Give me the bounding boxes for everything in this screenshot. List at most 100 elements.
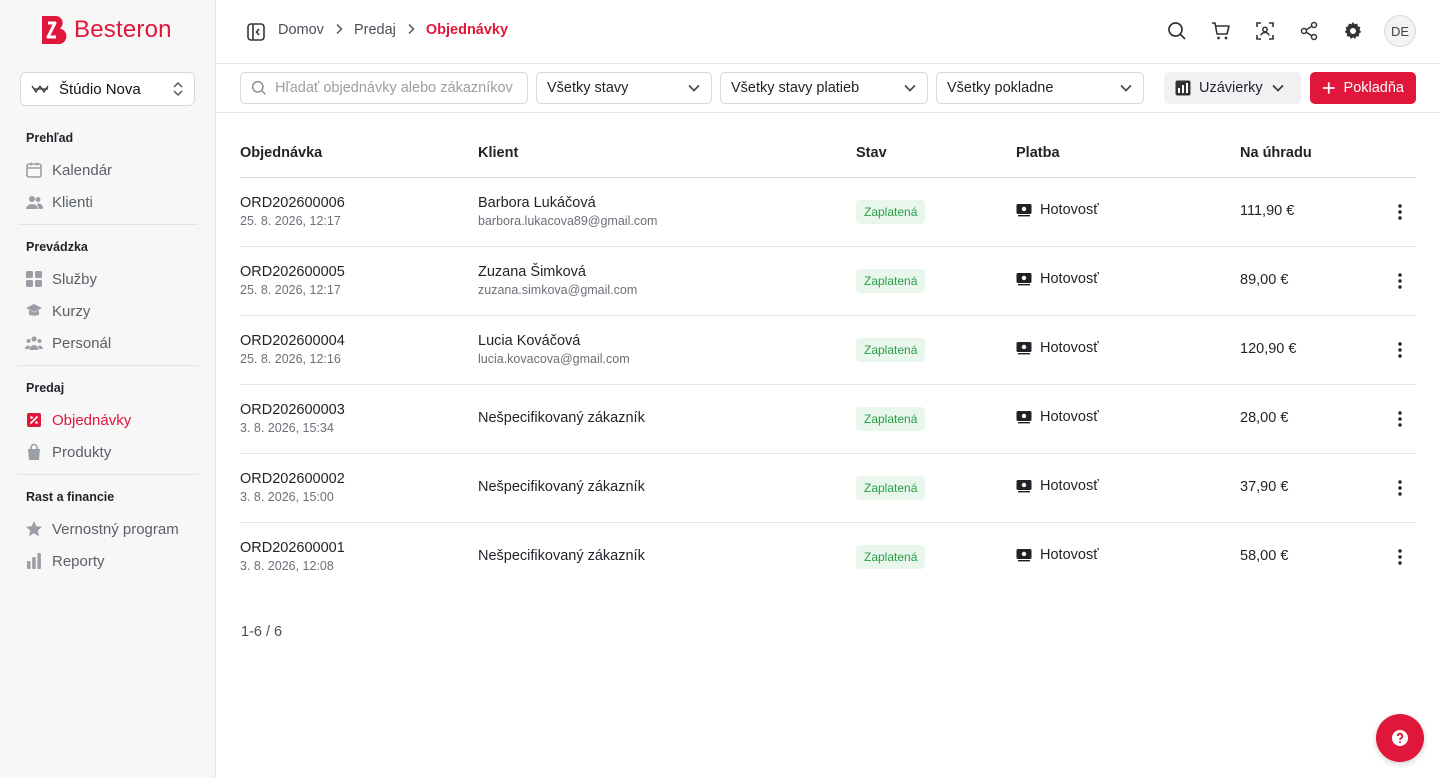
column-header-order[interactable]: Objednávka [240,145,322,161]
client-name: Nešpecifikovaný zákazník [478,548,645,564]
more-vertical-icon[interactable] [1390,271,1410,291]
table-row[interactable]: ORD202600005 25. 8. 2026, 12:17 Zuzana Šim… [240,247,1416,316]
search-input[interactable]: Hľadať objednávky alebo zákazníkov [240,72,528,104]
amount-due: 89,00 € [1240,272,1289,288]
nav-divider [18,224,198,225]
breadcrumb: Domov Predaj Objednávky [278,22,508,38]
orders-table: Objednávka Klient Stav Platba Na úhradu … [240,128,1416,592]
more-vertical-icon[interactable] [1390,340,1410,360]
sidebar-item-orders[interactable]: Objednávky [24,409,131,431]
column-header-payment[interactable]: Platba [1016,145,1060,161]
calendar-icon [24,160,44,180]
table-row[interactable]: ORD202600006 25. 8. 2026, 12:17 Barbora Lu… [240,178,1416,247]
chevron-right-icon [406,22,416,38]
order-date: 3. 8. 2026, 12:08 [240,559,334,573]
nav-section-sales: Predaj [26,381,65,395]
scan-icon[interactable] [1252,18,1278,44]
register-select-value: Všetky pokladne [947,80,1054,96]
share-icon[interactable] [1296,18,1322,44]
order-id: ORD202600006 [240,195,345,211]
chevron-down-icon [1120,84,1132,92]
status-cell: Zaplatená [856,200,926,224]
order-date: 3. 8. 2026, 15:00 [240,490,334,504]
studio-switcher[interactable]: Štúdio Nova [20,72,195,106]
register-select[interactable]: Všetky pokladne [936,72,1144,104]
client-name: Zuzana Šimková [478,264,586,280]
sidebar-item-products[interactable]: Produkty [24,441,111,463]
column-header-amount[interactable]: Na úhradu [1240,145,1312,161]
order-cell[interactable]: ORD202600005 25. 8. 2026, 12:17 [240,264,345,297]
sidebar-item-courses[interactable]: Kurzy [24,300,90,322]
sidebar-item-services[interactable]: Služby [24,268,97,290]
users-icon [24,192,44,212]
help-button[interactable] [1376,714,1424,762]
breadcrumb-sales[interactable]: Predaj [354,22,396,38]
status-badge: Zaplatená [856,200,926,224]
sidebar-item-label: Služby [52,270,98,288]
payment-cell: Hotovosť [1016,478,1099,494]
order-cell[interactable]: ORD202600004 25. 8. 2026, 12:16 [240,333,345,366]
status-badge: Zaplatená [856,476,926,500]
chevron-down-icon [688,84,700,92]
client-cell: Lucia Kováčová lucia.kovacova@gmail.com [478,333,630,366]
order-cell[interactable]: ORD202600006 25. 8. 2026, 12:17 [240,195,345,228]
client-cell: Nešpecifikovaný zákazník [478,548,645,564]
order-date: 25. 8. 2026, 12:16 [240,352,341,366]
order-cell[interactable]: ORD202600003 3. 8. 2026, 15:34 [240,402,345,435]
order-date: 25. 8. 2026, 12:17 [240,214,341,228]
column-header-status[interactable]: Stav [856,145,887,161]
table-row[interactable]: ORD202600002 3. 8. 2026, 15:00 Nešpecifiko… [240,454,1416,523]
table-row[interactable]: ORD202600003 3. 8. 2026, 15:34 Nešpecifiko… [240,385,1416,454]
sidebar-item-staff[interactable]: Personál [24,332,111,354]
order-id: ORD202600004 [240,333,345,349]
cash-icon [1016,273,1032,286]
sidebar-item-calendar[interactable]: Kalendár [24,159,112,181]
table-row[interactable]: ORD202600004 25. 8. 2026, 12:16 Lucia Ková… [240,316,1416,385]
order-cell[interactable]: ORD202600002 3. 8. 2026, 15:00 [240,471,345,504]
payment-cell: Hotovosť [1016,547,1099,563]
order-date: 25. 8. 2026, 12:17 [240,283,341,297]
payment-cell: Hotovosť [1016,202,1099,218]
status-cell: Zaplatená [856,545,926,569]
cash-icon [1016,411,1032,424]
amount-due: 28,00 € [1240,410,1289,426]
new-register-button[interactable]: Pokladňa [1310,72,1416,104]
closings-button[interactable]: Uzávierky [1164,72,1301,104]
sidebar-item-label: Reporty [52,552,105,570]
sidebar-item-loyalty[interactable]: Vernostný program [24,518,179,540]
sidebar-collapse-icon[interactable] [246,22,266,42]
column-header-client[interactable]: Klient [478,145,518,161]
more-vertical-icon[interactable] [1390,409,1410,429]
sidebar-item-clients[interactable]: Klienti [24,191,93,213]
sidebar-item-reports[interactable]: Reporty [24,550,105,572]
more-vertical-icon[interactable] [1390,478,1410,498]
table-row[interactable]: ORD202600001 3. 8. 2026, 12:08 Nešpecifiko… [240,523,1416,592]
closings-button-label: Uzávierky [1199,80,1263,96]
payment-status-select[interactable]: Všetky stavy platieb [720,72,928,104]
more-vertical-icon[interactable] [1390,202,1410,222]
avatar[interactable]: DE [1384,15,1416,47]
search-icon[interactable] [1164,18,1190,44]
nav-section-operations: Prevádzka [26,240,88,254]
gear-icon[interactable] [1340,18,1366,44]
chevron-down-icon [1272,84,1284,92]
payment-method: Hotovosť [1040,409,1099,425]
receipt-icon [24,410,44,430]
payment-method: Hotovosť [1040,547,1099,563]
breadcrumb-home[interactable]: Domov [278,22,324,38]
logo[interactable]: Besteron [40,14,172,46]
status-cell: Zaplatená [856,269,926,293]
report-chart-icon [1175,80,1191,96]
table-body: ORD202600006 25. 8. 2026, 12:17 Barbora Lu… [240,178,1416,592]
pagination-info: 1-6 / 6 [241,624,283,640]
search-icon [251,80,266,95]
chevron-down-icon [904,84,916,92]
search-placeholder: Hľadať objednávky alebo zákazníkov [275,80,513,96]
nav-section-growth: Rast a financie [26,490,115,504]
cart-icon[interactable] [1208,18,1234,44]
topbar: Domov Predaj Objednávky DE [216,0,1440,64]
payment-method: Hotovosť [1040,478,1099,494]
more-vertical-icon[interactable] [1390,547,1410,567]
order-cell[interactable]: ORD202600001 3. 8. 2026, 12:08 [240,540,345,573]
status-select[interactable]: Všetky stavy [536,72,712,104]
